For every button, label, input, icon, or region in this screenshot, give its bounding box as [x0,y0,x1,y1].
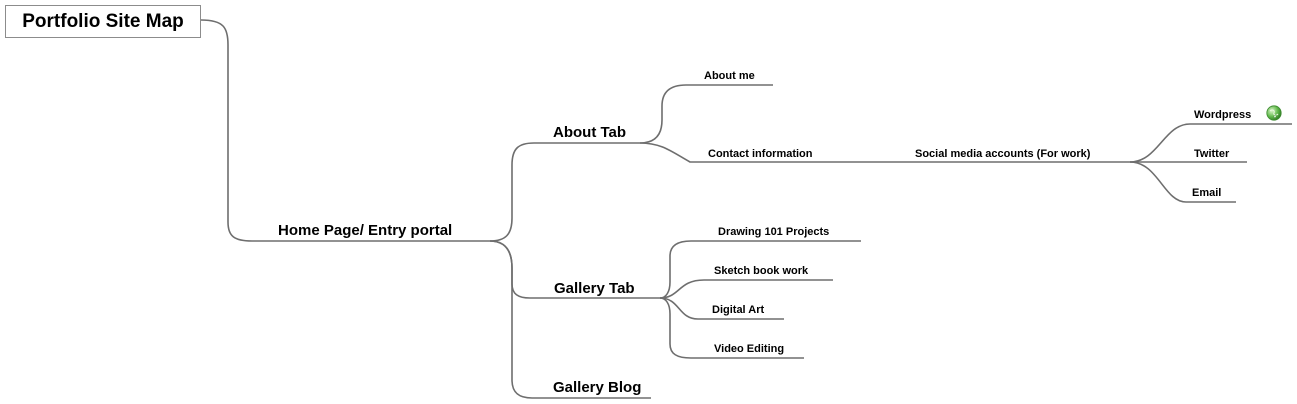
node-sketch-book[interactable]: Sketch book work [714,265,808,277]
node-home-page[interactable]: Home Page/ Entry portal [278,222,452,239]
connector-root-home [200,19,490,242]
node-about-me[interactable]: About me [704,70,755,82]
node-about-tab[interactable]: About Tab [553,124,626,141]
node-contact-information[interactable]: Contact information [708,148,813,160]
node-video-editing[interactable]: Video Editing [714,343,784,355]
connector-gallery-sketch [659,279,833,299]
connector-home-blog [489,240,651,399]
node-gallery-blog[interactable]: Gallery Blog [553,379,641,396]
connector-lines [200,19,1292,399]
node-digital-art[interactable]: Digital Art [712,304,764,316]
connector-home-about [489,142,640,242]
root-node-title[interactable]: Portfolio Site Map [5,5,201,38]
node-social-media[interactable]: Social media accounts (For work) [915,148,1090,160]
node-wordpress[interactable]: Wordpress [1194,109,1251,121]
node-drawing-101[interactable]: Drawing 101 Projects [718,226,829,238]
node-twitter[interactable]: Twitter [1194,148,1229,160]
node-email[interactable]: Email [1192,187,1221,199]
node-gallery-tab[interactable]: Gallery Tab [554,280,635,297]
globe-link-icon[interactable] [1266,105,1282,121]
connector-about-aboutme [639,84,773,144]
